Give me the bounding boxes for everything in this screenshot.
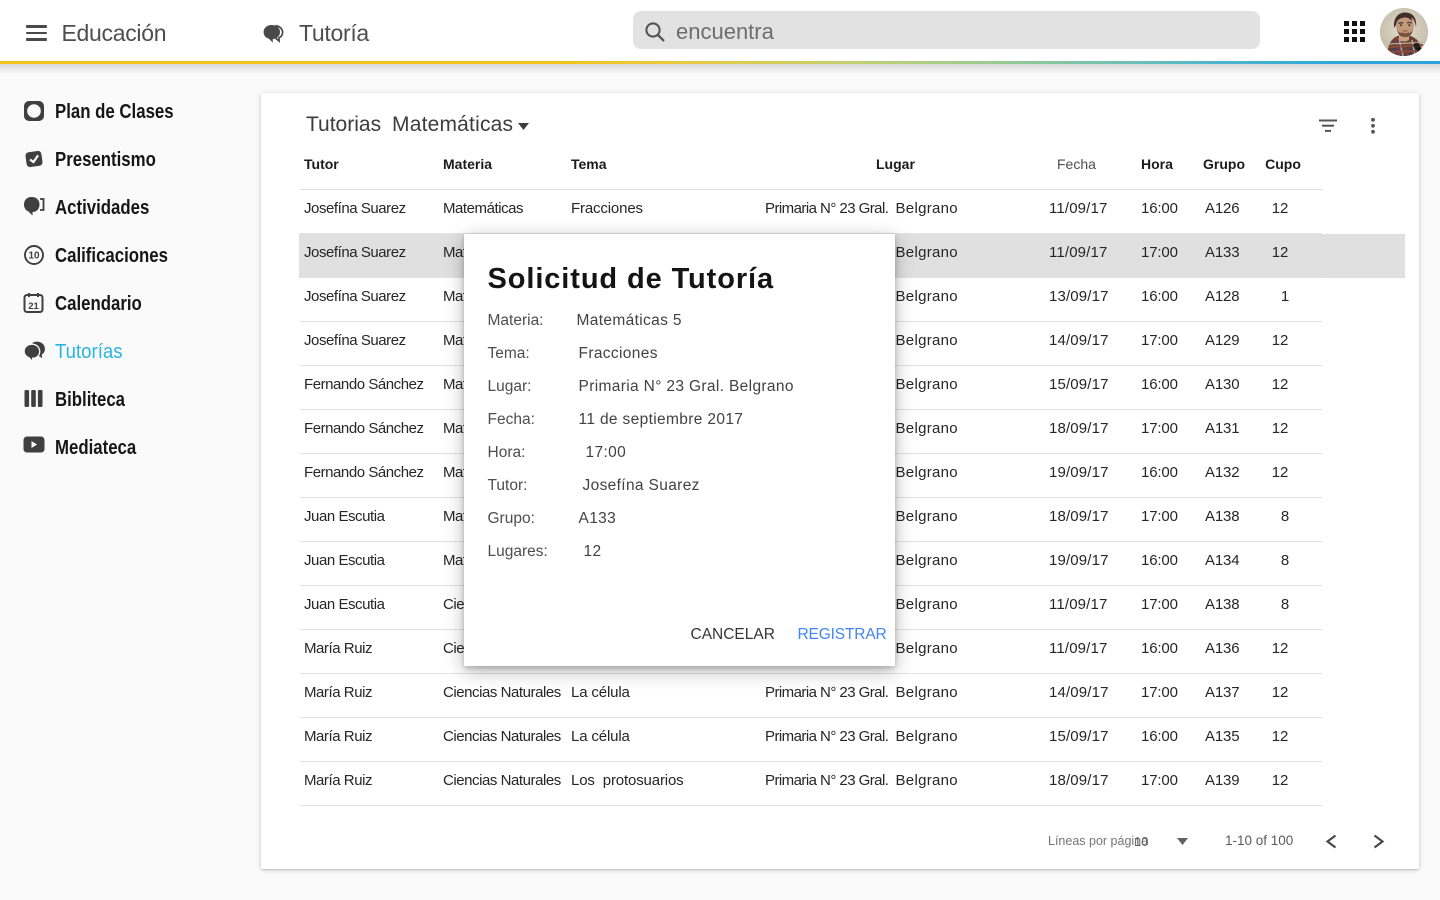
svg-text:10: 10	[28, 251, 40, 262]
svg-text:21: 21	[28, 301, 39, 312]
